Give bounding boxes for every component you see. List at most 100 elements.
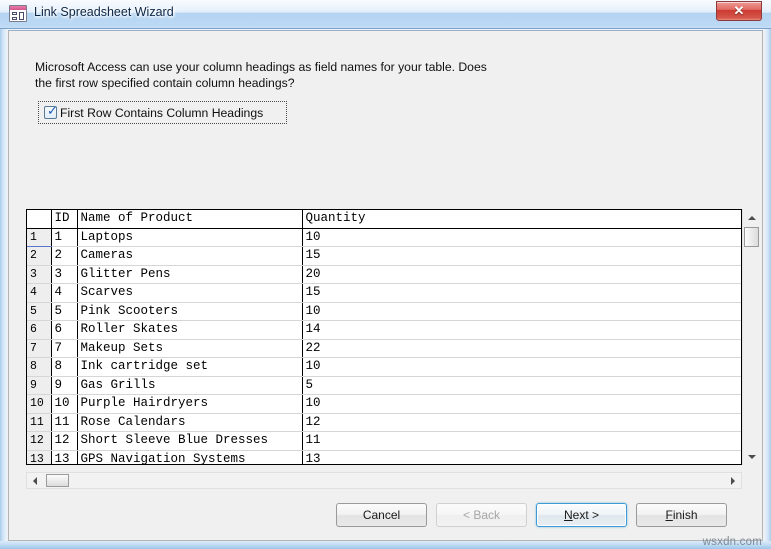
- instruction-text: Microsoft Access can use your column hea…: [35, 60, 487, 90]
- row-number-cell[interactable]: 12: [27, 431, 52, 451]
- table-row[interactable]: 2 2 Cameras 15: [27, 246, 741, 266]
- row-number-cell[interactable]: 6: [27, 320, 52, 340]
- cell-id[interactable]: 11: [51, 413, 78, 432]
- cell-name[interactable]: Short Sleeve Blue Dresses: [77, 431, 303, 451]
- title-bar[interactable]: Link Spreadsheet Wizard ✕: [0, 0, 771, 29]
- cell-id[interactable]: 2: [51, 246, 78, 266]
- checkbox-box[interactable]: ✓: [44, 104, 58, 119]
- table-header-row: ID Name of Product Quantity: [27, 210, 741, 229]
- next-button[interactable]: Next >: [536, 503, 627, 527]
- cell-id[interactable]: 5: [51, 302, 78, 321]
- table-row[interactable]: 9 9 Gas Grills 5: [27, 376, 741, 395]
- header-name[interactable]: Name of Product: [77, 210, 303, 229]
- finish-button[interactable]: Finish: [636, 503, 727, 527]
- row-number-cell[interactable]: 5: [27, 302, 52, 321]
- cell-name[interactable]: Pink Scooters: [77, 302, 303, 321]
- cell-id[interactable]: 13: [51, 450, 78, 464]
- watermark: wsxdn.com: [702, 536, 762, 548]
- row-number-cell[interactable]: 13: [27, 450, 52, 464]
- window-title: Link Spreadsheet Wizard: [34, 5, 174, 19]
- row-number-cell[interactable]: 8: [27, 357, 52, 377]
- cell-name[interactable]: Ink cartridge set: [77, 357, 303, 377]
- preview-table: ID Name of Product Quantity 1 1 Laptops 10 2…: [27, 210, 741, 464]
- row-number-cell[interactable]: 7: [27, 339, 52, 358]
- row-number-cell[interactable]: 4: [27, 283, 52, 303]
- table-row[interactable]: 4 4 Scarves 15: [27, 283, 741, 303]
- first-row-contains-headings-checkbox[interactable]: ✓ First Row Contains Column Headings: [38, 101, 287, 124]
- cell-name[interactable]: GPS Navigation Systems: [77, 450, 303, 464]
- dialog-window: Link Spreadsheet Wizard ✕ Microsoft Acce…: [0, 0, 771, 549]
- cell-quantity[interactable]: 11: [302, 431, 741, 451]
- table-row[interactable]: 5 5 Pink Scooters 10: [27, 302, 741, 321]
- cell-id[interactable]: 7: [51, 339, 78, 358]
- cell-quantity[interactable]: 20: [302, 265, 741, 284]
- scroll-down-button[interactable]: [743, 448, 760, 465]
- horizontal-scroll-thumb[interactable]: [46, 474, 69, 487]
- next-button-label: ext >: [572, 508, 600, 522]
- cell-name[interactable]: Laptops: [77, 228, 303, 247]
- vertical-scrollbar[interactable]: [742, 209, 759, 465]
- cell-id[interactable]: 4: [51, 283, 78, 303]
- cell-id[interactable]: 9: [51, 376, 78, 395]
- table-row[interactable]: 12 12 Short Sleeve Blue Dresses 11: [27, 431, 741, 451]
- window-glass-bottom-edge: [0, 541, 771, 549]
- cell-id[interactable]: 10: [51, 394, 78, 414]
- cell-quantity[interactable]: 10: [302, 357, 741, 377]
- table-body: 1 1 Laptops 10 2 2 Cameras 15 3 3 Glitter Pens 20 4 4…: [27, 228, 741, 464]
- table-row[interactable]: 7 7 Makeup Sets 22: [27, 339, 741, 358]
- cell-quantity[interactable]: 22: [302, 339, 741, 358]
- header-id[interactable]: ID: [51, 210, 78, 229]
- row-number-cell[interactable]: 10: [27, 394, 52, 414]
- table-row[interactable]: 3 3 Glitter Pens 20: [27, 265, 741, 284]
- row-number-cell[interactable]: 2: [27, 246, 52, 266]
- finish-button-label: inish: [672, 508, 698, 522]
- cell-name[interactable]: Purple Hairdryers: [77, 394, 303, 414]
- cell-name[interactable]: Scarves: [77, 283, 303, 303]
- cell-id[interactable]: 1: [51, 228, 78, 247]
- cell-id[interactable]: 8: [51, 357, 78, 377]
- cell-quantity[interactable]: 13: [302, 450, 741, 464]
- table-row[interactable]: 10 10 Purple Hairdryers 10: [27, 394, 741, 414]
- checkmark-icon: ✓: [47, 104, 58, 119]
- row-number-cell[interactable]: 9: [27, 376, 52, 395]
- cell-quantity[interactable]: 10: [302, 228, 741, 247]
- table-row[interactable]: 1 1 Laptops 10: [27, 228, 741, 247]
- cell-name[interactable]: Makeup Sets: [77, 339, 303, 358]
- scroll-left-button[interactable]: [27, 473, 43, 488]
- cell-id[interactable]: 6: [51, 320, 78, 340]
- cell-id[interactable]: 3: [51, 265, 78, 284]
- header-quantity[interactable]: Quantity: [302, 210, 741, 229]
- row-number-cell[interactable]: 1: [27, 228, 52, 247]
- cell-name[interactable]: Cameras: [77, 246, 303, 266]
- triangle-down-icon: [747, 454, 756, 459]
- cell-quantity[interactable]: 15: [302, 246, 741, 266]
- cell-name[interactable]: Rose Calendars: [77, 413, 303, 432]
- cell-quantity[interactable]: 10: [302, 394, 741, 414]
- cell-quantity[interactable]: 5: [302, 376, 741, 395]
- cell-name[interactable]: Gas Grills: [77, 376, 303, 395]
- table-row[interactable]: 13 13 GPS Navigation Systems 13: [27, 450, 741, 464]
- cell-quantity[interactable]: 10: [302, 302, 741, 321]
- scroll-up-button[interactable]: [743, 209, 760, 226]
- cell-quantity[interactable]: 15: [302, 283, 741, 303]
- cell-name[interactable]: Glitter Pens: [77, 265, 303, 284]
- table-row[interactable]: 6 6 Roller Skates 14: [27, 320, 741, 340]
- header-gutter: [27, 210, 52, 229]
- row-number-cell[interactable]: 11: [27, 413, 52, 432]
- close-button[interactable]: ✕: [716, 1, 762, 21]
- cell-id[interactable]: 12: [51, 431, 78, 451]
- scroll-right-button[interactable]: [725, 473, 741, 488]
- spreadsheet-preview[interactable]: ID Name of Product Quantity 1 1 Laptops 10 2…: [26, 209, 742, 465]
- triangle-up-icon: [747, 215, 756, 220]
- cell-quantity[interactable]: 12: [302, 413, 741, 432]
- table-row[interactable]: 11 11 Rose Calendars 12: [27, 413, 741, 432]
- cell-name[interactable]: Roller Skates: [77, 320, 303, 340]
- horizontal-scrollbar[interactable]: [26, 472, 742, 489]
- cell-quantity[interactable]: 14: [302, 320, 741, 340]
- table-row[interactable]: 8 8 Ink cartridge set 10: [27, 357, 741, 377]
- triangle-left-icon: [33, 476, 37, 485]
- window-glass-left-edge: [0, 0, 8, 549]
- vertical-scroll-thumb[interactable]: [744, 227, 759, 247]
- row-number-cell[interactable]: 3: [27, 265, 52, 284]
- cancel-button[interactable]: Cancel: [336, 503, 427, 527]
